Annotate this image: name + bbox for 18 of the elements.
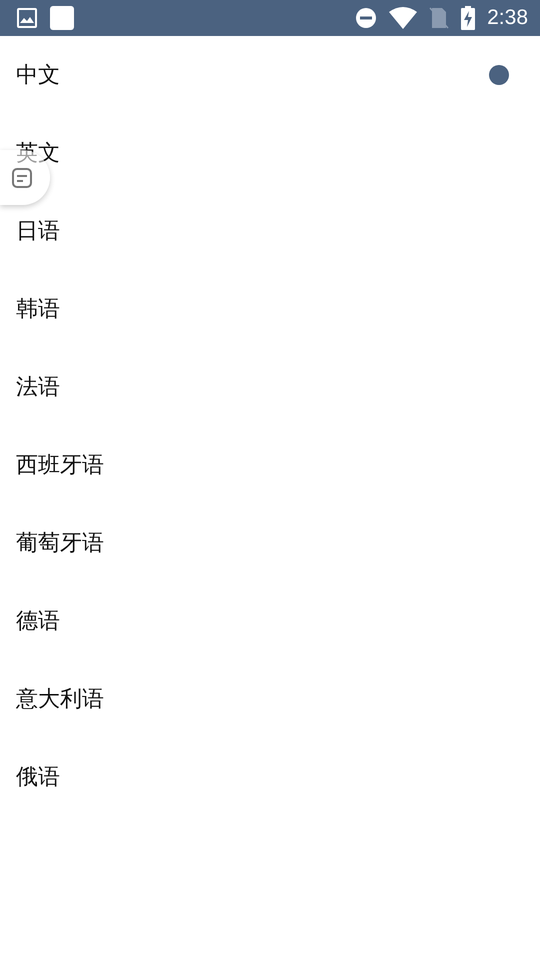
language-item[interactable]: 英文 [0, 114, 540, 192]
do-not-disturb-icon [355, 7, 378, 29]
battery-charging-icon [461, 6, 476, 30]
note-icon [11, 166, 33, 188]
image-icon [16, 7, 38, 29]
language-item[interactable]: 中文 [0, 36, 540, 114]
language-item[interactable]: 韩语 [0, 270, 540, 348]
no-sim-icon [429, 7, 450, 29]
square-icon [50, 6, 74, 30]
language-item[interactable]: 日语 [0, 192, 540, 270]
language-item[interactable]: 意大利语 [0, 660, 540, 738]
wifi-icon [389, 7, 418, 29]
language-item[interactable]: 俄语 [0, 738, 540, 816]
language-item[interactable]: 法语 [0, 348, 540, 426]
language-item[interactable]: 西班牙语 [0, 426, 540, 504]
language-item[interactable]: 德语 [0, 582, 540, 660]
status-time: 2:38 [487, 6, 528, 30]
language-item[interactable]: 葡萄牙语 [0, 504, 540, 582]
